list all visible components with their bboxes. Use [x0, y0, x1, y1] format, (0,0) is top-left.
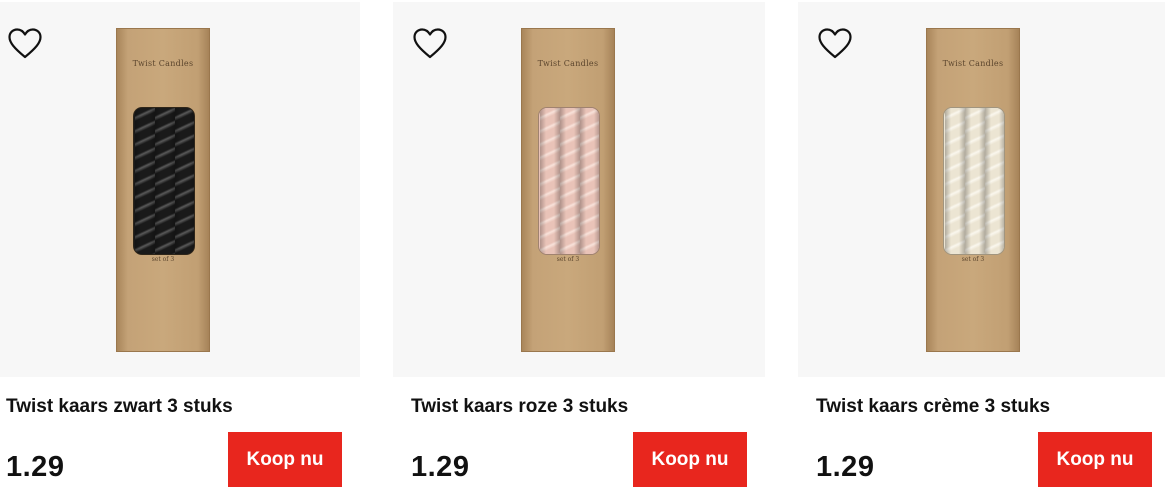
product-price: 1.29 — [411, 451, 470, 483]
buy-now-button[interactable]: Koop nu — [1038, 432, 1152, 487]
package-title: Twist Candles — [942, 59, 1004, 68]
product-card[interactable]: Twist Candles set of 3 Twist kaars crème… — [798, 0, 1165, 497]
buy-now-button[interactable]: Koop nu — [633, 432, 747, 487]
product-card[interactable]: Twist Candles set of 3 Twist kaars roze … — [393, 0, 765, 497]
candle — [945, 108, 965, 254]
product-image[interactable]: Twist Candles set of 3 — [0, 2, 360, 377]
candle — [540, 108, 560, 254]
package-window — [943, 107, 1005, 255]
candle — [175, 108, 194, 254]
product-name[interactable]: Twist kaars roze 3 stuks — [411, 396, 628, 418]
product-image[interactable]: Twist Candles set of 3 — [798, 2, 1165, 377]
package-subtitle: set of 3 — [556, 256, 580, 263]
candle-package: Twist Candles set of 3 — [521, 28, 615, 352]
package-subtitle: set of 3 — [151, 256, 175, 263]
candle-package: Twist Candles set of 3 — [926, 28, 1020, 352]
product-name[interactable]: Twist kaars crème 3 stuks — [816, 396, 1050, 418]
candle — [965, 108, 985, 254]
product-image[interactable]: Twist Candles set of 3 — [393, 2, 765, 377]
candle — [560, 108, 580, 254]
buy-now-button[interactable]: Koop nu — [228, 432, 342, 487]
package-title: Twist Candles — [537, 59, 599, 68]
product-price: 1.29 — [816, 451, 875, 483]
product-card[interactable]: Twist Candles set of 3 Twist kaars zwart… — [0, 0, 360, 497]
heart-icon[interactable] — [8, 28, 42, 60]
package-title: Twist Candles — [132, 59, 194, 68]
candle — [580, 108, 599, 254]
candle — [985, 108, 1004, 254]
heart-icon[interactable] — [818, 28, 852, 60]
product-name[interactable]: Twist kaars zwart 3 stuks — [6, 396, 233, 418]
package-subtitle: set of 3 — [961, 256, 985, 263]
package-window — [538, 107, 600, 255]
candle-package: Twist Candles set of 3 — [116, 28, 210, 352]
candle — [155, 108, 175, 254]
product-price: 1.29 — [6, 451, 65, 483]
package-window — [133, 107, 195, 255]
heart-icon[interactable] — [413, 28, 447, 60]
candle — [135, 108, 155, 254]
